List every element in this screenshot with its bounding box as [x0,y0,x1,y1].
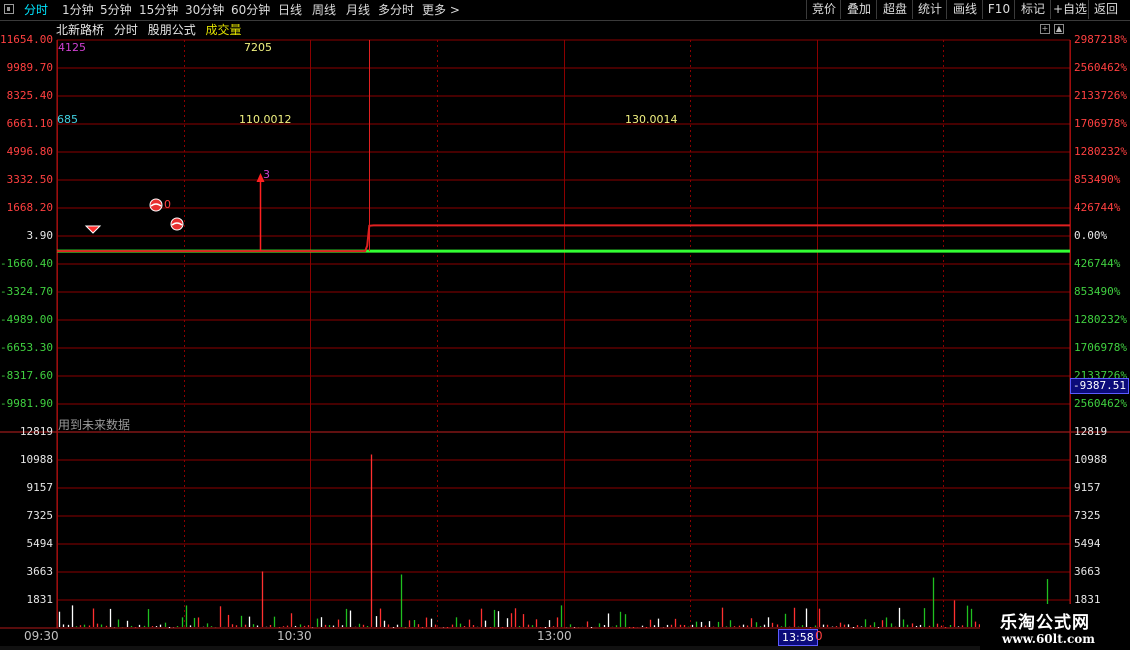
volume-tick-label: 5494 [26,537,54,550]
ball-label: 0 [164,198,171,211]
percent-tick-label: 2560462% [1074,397,1127,410]
volume-tick-label-right: 7325 [1074,509,1101,522]
price-tick-label: 9989.70 [6,61,53,74]
percent-tick-label: 2560462% [1074,61,1127,74]
annotation-left: 685 [57,113,78,126]
volume-tick-label: 1831 [26,593,54,606]
percent-tick-label: 426744% [1074,201,1121,214]
intraday-chart[interactable] [0,0,1130,650]
volume-tick-label: 10988 [19,453,53,466]
annotation-top-left: 4125 [58,41,86,54]
current-value-tag: -9387.51 [1070,378,1129,394]
percent-tick-label: 1706978% [1074,117,1127,130]
price-tick-label: -6653.30 [0,341,53,354]
price-tick-label: 6661.10 [6,117,53,130]
volume-tick-label-right: 5494 [1074,537,1101,550]
time-label-1030: 10:30 [277,629,312,643]
watermark-url: www.60lt.com [1002,632,1095,646]
percent-tick-label: 1280232% [1074,313,1127,326]
price-tick-label: -8317.60 [0,369,53,382]
future-data-warning: 用到未来数据 [58,418,131,432]
percent-tick-label: 1280232% [1074,145,1127,158]
volume-tick-label: 12819 [19,425,53,438]
volume-tick-label: 9157 [26,481,54,494]
price-tick-label: -9981.90 [0,397,53,410]
price-line [57,224,1070,253]
volume-tick-label: 7325 [26,509,54,522]
price-tick-label: -1660.40 [0,257,53,270]
diamond-icon [84,225,102,234]
volume-tick-label-right: 10988 [1074,453,1108,466]
volume-tick-label-right: 3663 [1074,565,1101,578]
cursor-suffix: 0 [815,629,823,643]
price-tick-label: 1668.20 [6,201,53,214]
price-tick-label: 11654.00 [0,33,53,46]
price-tick-label: 3.90 [26,229,54,242]
price-tick-label: 3332.50 [6,173,53,186]
time-label-0930: 09:30 [24,629,59,643]
percent-tick-label: 0.00% [1074,229,1108,242]
percent-tick-label: 426744% [1074,257,1121,270]
percent-tick-label: 853490% [1074,285,1121,298]
percent-tick-label: 2987218% [1074,33,1127,46]
volume-tick-label-right: 9157 [1074,481,1101,494]
percent-tick-label: 853490% [1074,173,1121,186]
price-tick-label: -4989.00 [0,313,53,326]
annotation-mid-2: 130.0014 [625,113,678,126]
volume-tick-label-right: 12819 [1074,425,1108,438]
price-tick-label: -3324.70 [0,285,53,298]
status-strip [0,646,1130,650]
annotation-top-mid: 7205 [244,41,272,54]
volume-tick-label: 3663 [26,565,54,578]
site-watermark: 乐淘公式网 www.60lt.com [980,604,1130,650]
annotation-mid-1: 110.0012 [239,113,292,126]
arrow-label: 3 [263,168,270,181]
watermark-title: 乐淘公式网 [1000,613,1090,633]
cursor-time-tag: 13:58 [778,629,818,646]
percent-tick-label: 1706978% [1074,341,1127,354]
percent-tick-label: 2133726% [1074,89,1127,102]
price-tick-label: 4996.80 [6,145,53,158]
price-tick-label: 8325.40 [6,89,53,102]
time-label-1300: 13:00 [537,629,572,643]
